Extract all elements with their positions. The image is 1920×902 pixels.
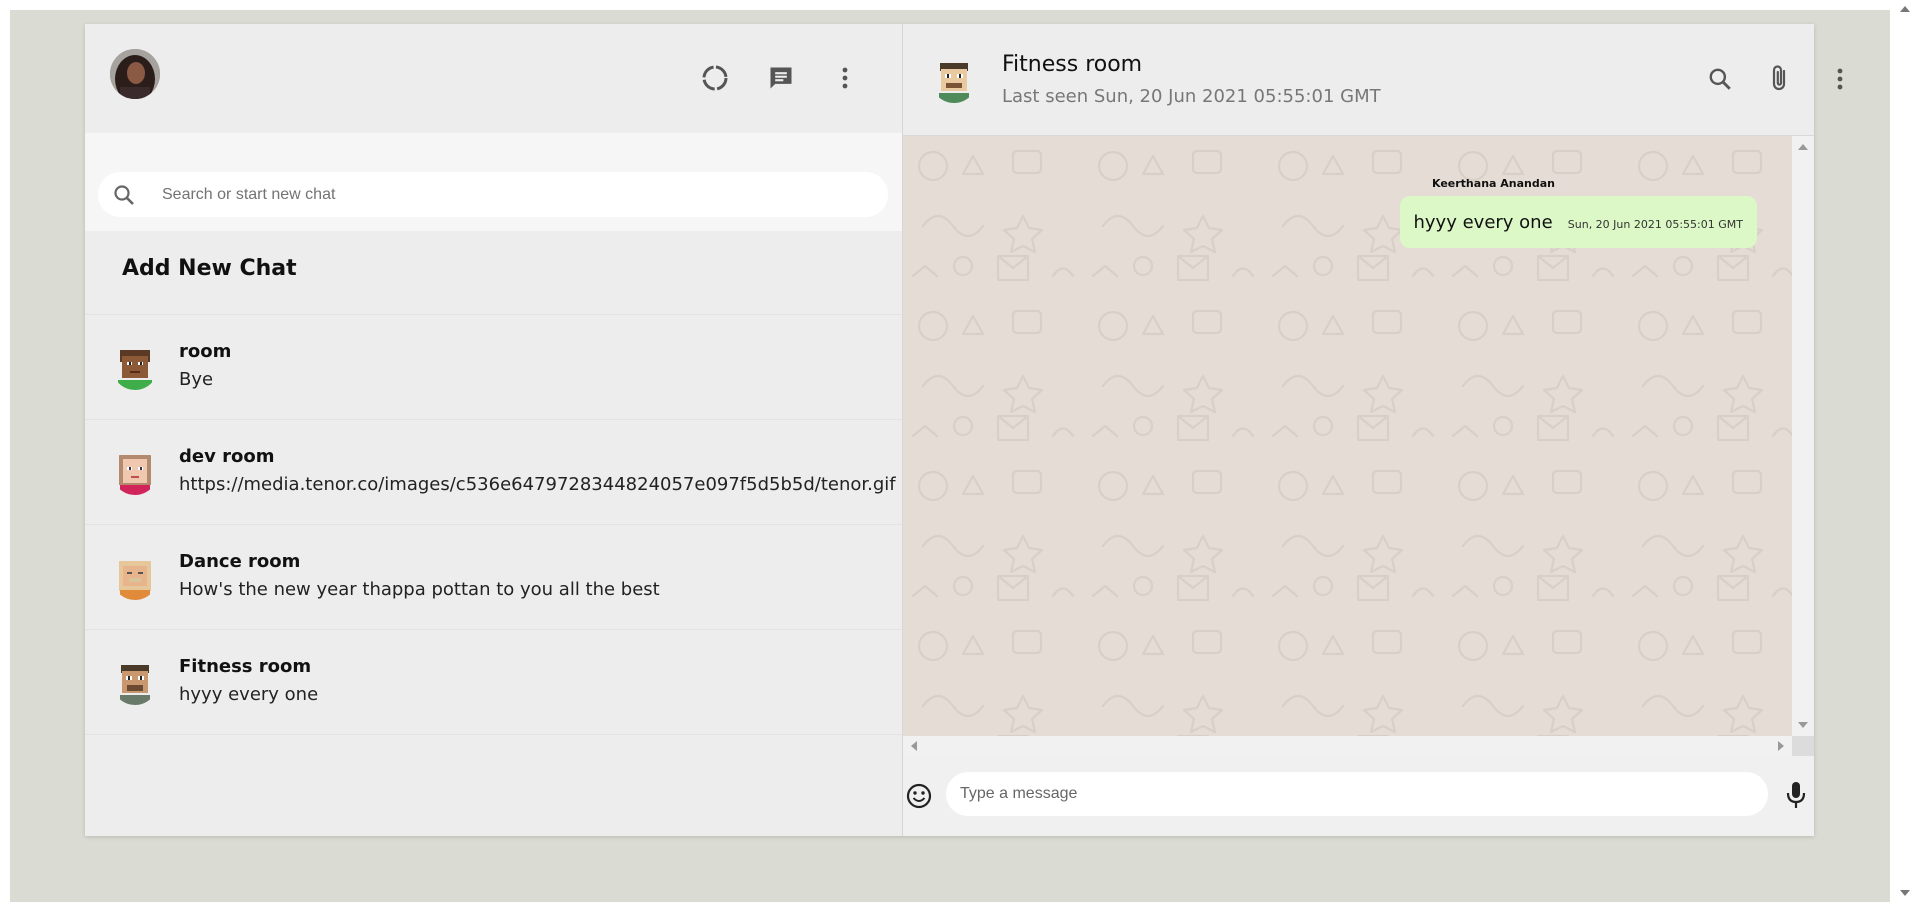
- sidebar: Add New Chat room Bye: [85, 24, 903, 836]
- chat-name: dev room: [179, 446, 275, 467]
- chat-list-item[interactable]: room Bye: [85, 315, 902, 420]
- chat-horizontal-scrollbar[interactable]: [903, 736, 1792, 756]
- add-new-chat-label: Add New Chat: [122, 256, 297, 281]
- chat-last-message: How's the new year thappa pottan to you …: [179, 579, 660, 600]
- search-icon: [112, 183, 136, 207]
- app-window: Add New Chat room Bye: [85, 24, 1843, 836]
- chat-last-message: Bye: [179, 369, 214, 390]
- emoji-icon[interactable]: [905, 782, 933, 810]
- message-timestamp: Sun, 20 Jun 2021 05:55:01 GMT: [1567, 218, 1743, 231]
- chat-footer: [903, 756, 1814, 836]
- scroll-right-arrow-icon[interactable]: [1778, 741, 1784, 751]
- chat-header: Fitness room Last seen Sun, 20 Jun 2021 …: [903, 24, 1843, 136]
- chat-name: Dance room: [179, 551, 301, 572]
- chat-name: Fitness room: [179, 656, 312, 677]
- fitness-room-avatar: [112, 659, 158, 705]
- search-box: [98, 172, 888, 217]
- chat-list-item[interactable]: Dance room How's the new year thappa pot…: [85, 525, 902, 630]
- chat-list-item[interactable]: dev room https://media.tenor.co/images/c…: [85, 420, 902, 525]
- user-avatar[interactable]: [110, 49, 160, 99]
- message-input-box: [946, 772, 1768, 816]
- dev-room-avatar: [112, 449, 158, 495]
- sidebar-header: [85, 24, 902, 133]
- message-text: hyyy every one: [1413, 212, 1553, 233]
- add-new-chat[interactable]: Add New Chat: [85, 231, 902, 315]
- search-icon[interactable]: [1704, 63, 1736, 95]
- chat-list: room Bye dev room https://media.tenor.co…: [85, 315, 902, 735]
- scroll-up-arrow-icon[interactable]: [1798, 144, 1808, 150]
- scrollbar-corner: [1792, 736, 1814, 756]
- more-vert-icon[interactable]: [1824, 63, 1856, 95]
- scroll-down-arrow-icon[interactable]: [1900, 890, 1910, 896]
- message-sender: Keerthana Anandan: [1432, 177, 1555, 190]
- scroll-left-arrow-icon[interactable]: [911, 741, 917, 751]
- dance-room-avatar: [112, 554, 158, 600]
- message-input[interactable]: [960, 772, 1750, 816]
- chat-icon[interactable]: [765, 62, 797, 94]
- chat-avatar[interactable]: [931, 57, 977, 103]
- chat-last-message: https://media.tenor.co/images/c536e64797…: [179, 474, 896, 495]
- attach-icon[interactable]: [1764, 63, 1796, 95]
- chat-title: Fitness room: [1002, 52, 1143, 77]
- scroll-up-arrow-icon[interactable]: [1900, 6, 1910, 12]
- chat-panel: Fitness room Last seen Sun, 20 Jun 2021 …: [903, 24, 1843, 836]
- chat-vertical-scrollbar[interactable]: [1792, 136, 1814, 736]
- message-bubble: hyyy every one Sun, 20 Jun 2021 05:55:01…: [1399, 196, 1757, 248]
- window-scrollbar[interactable]: [1890, 0, 1920, 902]
- status-icon[interactable]: [699, 62, 731, 94]
- chat-name: room: [179, 341, 232, 362]
- search-input[interactable]: [162, 172, 862, 217]
- chat-last-message: hyyy every one: [179, 684, 319, 705]
- chat-body: Keerthana Anandan hyyy every one Sun, 20…: [903, 136, 1792, 736]
- room-avatar: [112, 344, 158, 390]
- last-seen: Last seen Sun, 20 Jun 2021 05:55:01 GMT: [1002, 86, 1381, 107]
- chat-list-item[interactable]: Fitness room hyyy every one: [85, 630, 902, 735]
- scroll-down-arrow-icon[interactable]: [1798, 722, 1808, 728]
- more-vert-icon[interactable]: [829, 62, 861, 94]
- mic-icon[interactable]: [1785, 780, 1807, 810]
- search-bar: [85, 133, 902, 231]
